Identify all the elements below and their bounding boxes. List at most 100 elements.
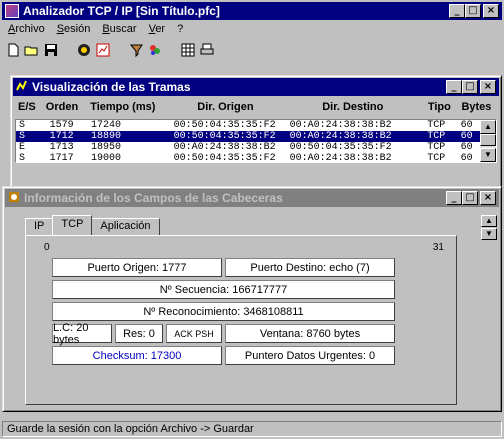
- field-secuencia: Nº Secuencia: 166717777: [52, 280, 395, 299]
- cell-es: E: [19, 142, 26, 153]
- frame-row[interactable]: E 1713 18950 00:A0:24:38:38:B2 00:50:04:…: [16, 142, 496, 153]
- menu-bar: Archivo Sesión Buscar Ver ?: [4, 21, 183, 38]
- frame-row-selected[interactable]: S 1712 18890 00:50:04:35:35:F2 00:A0:24:…: [16, 131, 496, 142]
- info-maximize-button[interactable]: □: [462, 191, 478, 205]
- new-icon[interactable]: [4, 41, 22, 59]
- header-bytes[interactable]: Bytes: [457, 101, 497, 113]
- header-orden[interactable]: Orden: [41, 101, 83, 113]
- menu-buscar[interactable]: Buscar: [102, 21, 136, 38]
- save-icon[interactable]: [42, 41, 60, 59]
- cell-destino: 00:A0:24:38:38:B2: [289, 120, 392, 131]
- close-button[interactable]: ×: [483, 4, 499, 18]
- bit-scale: 0 31: [44, 242, 444, 253]
- info-minimize-button[interactable]: _: [446, 191, 462, 205]
- scroll-up-icon[interactable]: ▲: [480, 120, 496, 134]
- menu-help[interactable]: ?: [177, 21, 183, 38]
- app-title: Analizador TCP / IP [Sin Título.pfc]: [23, 4, 220, 18]
- field-res: Res: 0: [115, 324, 163, 343]
- open-icon[interactable]: [23, 41, 41, 59]
- frames-title: Visualización de las Tramas: [32, 80, 191, 94]
- cell-origen: 00:50:04:35:35:F2: [173, 120, 276, 131]
- info-close-button[interactable]: ×: [480, 191, 496, 205]
- frames-maximize-button[interactable]: □: [462, 80, 478, 94]
- field-lc: L.C: 20 bytes: [52, 322, 112, 346]
- field-ventana: Ventana: 8760 bytes: [225, 324, 395, 343]
- field-puerto-origen: Puerto Origen: 1777: [52, 258, 222, 277]
- info-scroll-up-icon[interactable]: ▲: [481, 215, 497, 227]
- cell-destino: 00:50:04:35:35:F2: [289, 142, 392, 153]
- maximize-button[interactable]: □: [465, 4, 481, 18]
- cell-es: S: [19, 153, 26, 163]
- menu-ver[interactable]: Ver: [149, 21, 166, 38]
- frames-minimize-button[interactable]: _: [446, 80, 462, 94]
- cell-tipo: TCP: [427, 120, 446, 131]
- cell-tipo: TCP: [427, 131, 446, 142]
- info-window-controls: _ □ ×: [446, 191, 496, 205]
- header-origen[interactable]: Dir. Origen: [167, 101, 283, 113]
- cell-origen: 00:50:04:35:35:F2: [173, 131, 276, 142]
- menu-archivo[interactable]: Archivo: [8, 21, 45, 38]
- cell-tiempo: 18890: [90, 131, 121, 142]
- window-controls: _ □ ×: [449, 4, 499, 18]
- frames-title-bar: Visualización de las Tramas _ □ ×: [13, 78, 499, 96]
- cell-destino: 00:A0:24:38:38:B2: [289, 131, 392, 142]
- cell-tiempo: 17240: [90, 120, 121, 131]
- header-es[interactable]: E/S: [15, 101, 41, 113]
- field-puerto-destino: Puerto Destino: echo (7): [225, 258, 395, 277]
- header-info-window: Información de los Campos de las Cabecer…: [2, 186, 502, 412]
- frames-list: S 1579 17240 00:50:04:35:35:F2 00:A0:24:…: [15, 119, 497, 163]
- colors-icon[interactable]: [146, 41, 164, 59]
- tab-ip[interactable]: IP: [25, 218, 54, 235]
- frames-window-controls: _ □ ×: [446, 80, 496, 94]
- cell-tipo: TCP: [427, 142, 446, 153]
- tab-tcp[interactable]: TCP: [52, 215, 93, 235]
- cell-tipo: TCP: [427, 153, 446, 163]
- cell-origen: 00:50:04:35:35:F2: [173, 153, 276, 163]
- bit-start: 0: [44, 242, 50, 253]
- info-title: Información de los Campos de las Cabecer…: [24, 191, 283, 205]
- field-flags: ACK PSH: [166, 324, 222, 343]
- minimize-button[interactable]: _: [449, 4, 465, 18]
- cell-origen: 00:A0:24:38:38:B2: [173, 142, 276, 153]
- bit-end: 31: [432, 242, 444, 253]
- header-destino[interactable]: Dir. Destino: [284, 101, 422, 113]
- header-tipo[interactable]: Tipo: [422, 101, 458, 113]
- frames-close-button[interactable]: ×: [480, 80, 496, 94]
- grid-icon[interactable]: [179, 41, 197, 59]
- cell-orden: 1717: [49, 153, 74, 163]
- field-checksum[interactable]: Checksum: 17300: [52, 346, 222, 365]
- field-urgentes: Puntero Datos Urgentes: 0: [225, 346, 395, 365]
- scroll-thumb[interactable]: [480, 134, 496, 146]
- info-icon: [7, 191, 21, 205]
- frame-row[interactable]: S 1717 19000 00:50:04:35:35:F2 00:A0:24:…: [16, 153, 496, 163]
- scroll-down-icon[interactable]: ▼: [480, 148, 496, 162]
- info-title-bar: Información de los Campos de las Cabecer…: [5, 189, 499, 207]
- print-icon[interactable]: [198, 41, 216, 59]
- cell-es: S: [19, 120, 26, 131]
- header-tiempo[interactable]: Tiempo (ms): [82, 101, 167, 113]
- main-title-bar: Analizador TCP / IP [Sin Título.pfc] _ □…: [2, 2, 502, 20]
- frame-row[interactable]: S 1579 17240 00:50:04:35:35:F2 00:A0:24:…: [16, 120, 496, 131]
- info-scroll-down-icon[interactable]: ▼: [481, 228, 497, 240]
- frames-header: E/S Orden Tiempo (ms) Dir. Origen Dir. D…: [15, 98, 497, 116]
- cell-destino: 00:A0:24:38:38:B2: [289, 153, 392, 163]
- info-scrollbar[interactable]: ▲ ▼: [481, 215, 497, 255]
- toolbar: [4, 39, 217, 61]
- chart-icon[interactable]: [94, 41, 112, 59]
- status-bar: Guarde la sesión con la opción Archivo -…: [2, 421, 502, 437]
- cell-tiempo: 18950: [90, 142, 121, 153]
- menu-sesion[interactable]: Sesión: [57, 21, 91, 38]
- frames-scrollbar[interactable]: ▲ ▼: [480, 120, 496, 162]
- field-reconocimiento: Nº Reconocimiento: 3468108811: [52, 302, 395, 321]
- cell-orden: 1579: [49, 120, 74, 131]
- cell-orden: 1713: [49, 142, 74, 153]
- cell-tiempo: 19000: [90, 153, 121, 163]
- tab-strip: IP TCP Aplicación: [25, 215, 160, 235]
- capture-icon[interactable]: [75, 41, 93, 59]
- tab-aplicacion[interactable]: Aplicación: [91, 218, 160, 235]
- cell-es: S: [19, 131, 26, 142]
- cell-orden: 1712: [49, 131, 74, 142]
- frames-icon: [15, 80, 29, 94]
- tcp-header-grid: Puerto Origen: 1777 Puerto Destino: echo…: [52, 258, 442, 368]
- filter-icon[interactable]: [127, 41, 145, 59]
